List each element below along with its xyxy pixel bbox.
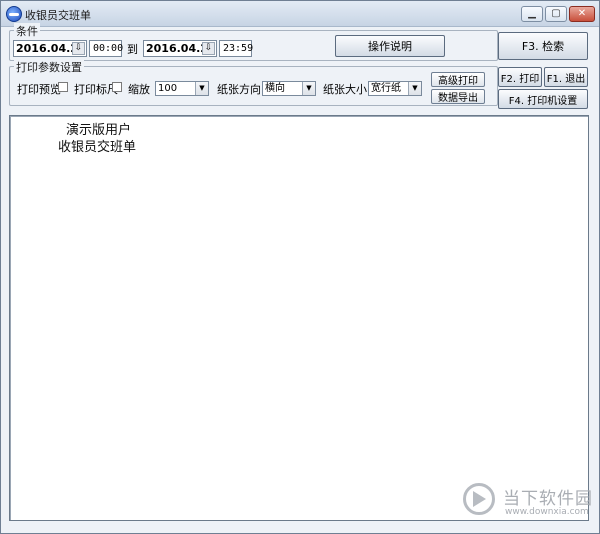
- maximize-icon: ▢: [551, 8, 561, 19]
- end-date-dropdown-icon[interactable]: ⇩: [202, 42, 215, 55]
- close-button[interactable]: ✕: [569, 6, 595, 22]
- end-date-picker[interactable]: 2016.04.25 ⇩: [143, 40, 217, 57]
- start-date-picker[interactable]: 2016.04.25 ⇩: [13, 40, 87, 57]
- to-label: 到: [127, 43, 138, 56]
- watermark-play-icon: [463, 483, 495, 515]
- instructions-button[interactable]: 操作说明: [335, 35, 445, 57]
- app-logo-icon: [6, 6, 22, 22]
- report-preview[interactable]: 演示版用户 收银员交班单: [9, 115, 589, 521]
- start-date-dropdown-icon[interactable]: ⇩: [72, 42, 85, 55]
- data-export-button[interactable]: 数据导出: [431, 89, 485, 104]
- main-window: 收银员交班单 ▁ ▢ ✕ 条件 2016.04.25 ⇩ 00:00 到 201…: [0, 0, 600, 534]
- start-time-input[interactable]: 00:00: [89, 40, 123, 57]
- orientation-label: 纸张方向: [217, 83, 261, 96]
- print-preview-checkbox[interactable]: [58, 82, 68, 92]
- paper-size-label: 纸张大小: [323, 83, 367, 96]
- end-time-input[interactable]: 23:59: [219, 40, 253, 57]
- printer-settings-button[interactable]: F4. 打印机设置: [498, 89, 588, 109]
- conditions-group-label: 条件: [14, 23, 40, 39]
- orientation-select[interactable]: 横向 ▼: [262, 81, 316, 96]
- window-title: 收银员交班单: [25, 9, 91, 22]
- exit-button[interactable]: F1. 退出: [544, 67, 588, 87]
- paper-size-value: 宽行纸: [371, 83, 401, 94]
- print-settings-group-label: 打印参数设置: [14, 59, 84, 75]
- advanced-print-button[interactable]: 高级打印: [431, 72, 485, 87]
- zoom-dropdown-icon: ▼: [195, 82, 208, 95]
- print-preview-label: 打印预览: [17, 83, 61, 96]
- watermark-url: www.downxia.com: [505, 507, 589, 517]
- minimize-icon: ▁: [528, 8, 536, 19]
- paper-size-select[interactable]: 宽行纸 ▼: [368, 81, 422, 96]
- zoom-value: 100: [158, 83, 178, 94]
- orientation-value: 横向: [265, 83, 285, 94]
- watermark: 当下软件园 www.downxia.com: [461, 481, 596, 523]
- watermark-title: 当下软件园: [503, 489, 593, 509]
- maximize-button[interactable]: ▢: [545, 6, 567, 22]
- orientation-dropdown-icon: ▼: [302, 82, 315, 95]
- close-icon: ✕: [577, 8, 587, 19]
- print-button[interactable]: F2. 打印: [498, 67, 542, 87]
- title-bar[interactable]: 收银员交班单 ▁ ▢ ✕: [1, 1, 599, 27]
- search-button[interactable]: F3. 检索: [498, 32, 588, 60]
- zoom-select[interactable]: 100 ▼: [155, 81, 209, 96]
- zoom-label: 缩放: [128, 83, 150, 96]
- paper-size-dropdown-icon: ▼: [408, 82, 421, 95]
- minimize-button[interactable]: ▁: [521, 6, 543, 22]
- print-ruler-checkbox[interactable]: [112, 82, 122, 92]
- report-title-line: 收银员交班单: [58, 140, 137, 155]
